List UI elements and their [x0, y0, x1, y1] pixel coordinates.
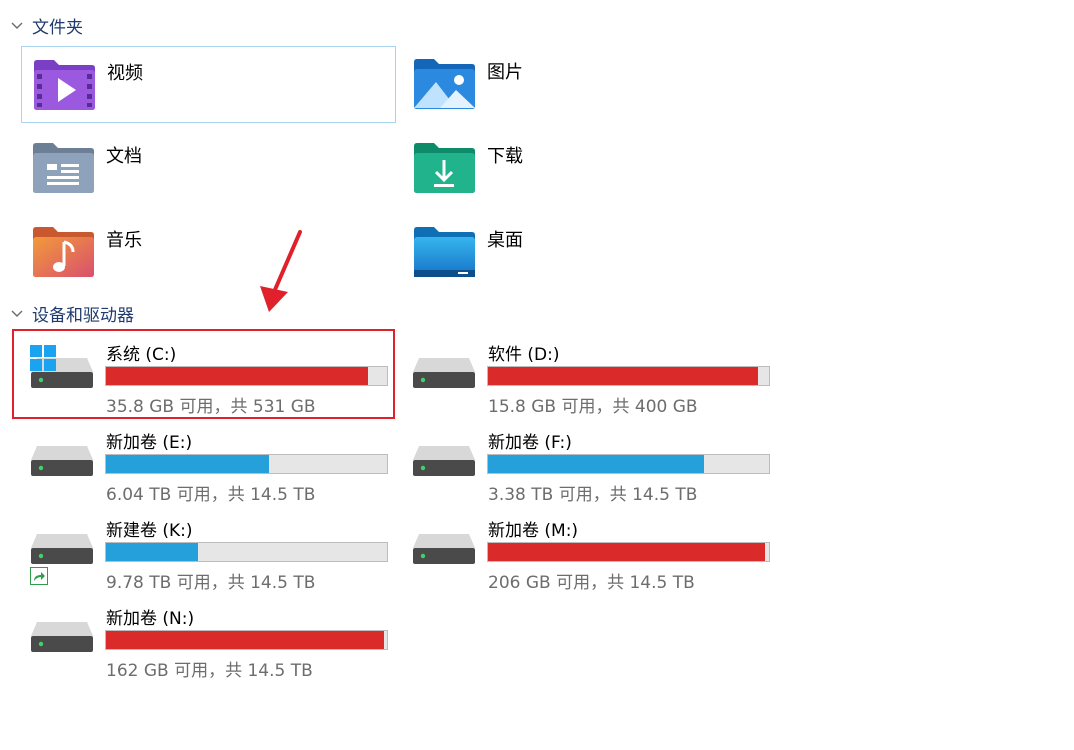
arrow-annotation-icon: [260, 230, 302, 312]
folder-desktop[interactable]: 桌面: [402, 214, 777, 291]
drive-space-text: 206 GB 可用，共 14.5 TB: [488, 573, 695, 593]
drive-usage-bar: [105, 454, 388, 474]
drive-space-text: 6.04 TB 可用，共 14.5 TB: [106, 485, 316, 505]
desktop-folder-icon: [414, 227, 475, 277]
drive-space-text: 15.8 GB 可用，共 400 GB: [488, 397, 698, 417]
hard-drive-icon: [31, 622, 93, 652]
drive-k[interactable]: 新建卷 (K:) 9.78 TB 可用，共 14.5 TB: [12, 508, 388, 593]
drive-usage-fill: [106, 631, 384, 649]
drive-name: 新加卷 (N:): [106, 609, 195, 629]
drive-usage-bar: [487, 454, 770, 474]
drive-name: 新加卷 (E:): [106, 433, 193, 453]
drive-name: 新加卷 (M:): [488, 521, 579, 541]
drive-name: 软件 (D:): [488, 345, 560, 365]
chevron-down-icon[interactable]: [8, 304, 26, 322]
drive-space-text: 35.8 GB 可用，共 531 GB: [106, 397, 316, 417]
drive-c[interactable]: 系统 (C:) 35.8 GB 可用，共 531 GB: [12, 332, 388, 417]
drive-usage-bar: [105, 542, 388, 562]
windows-logo-icon: [30, 345, 56, 371]
drive-space-text: 9.78 TB 可用，共 14.5 TB: [106, 573, 316, 593]
downloads-folder-icon: [414, 143, 475, 193]
drives-section-header[interactable]: 设备和驱动器: [8, 300, 134, 326]
section-title: 文件夹: [32, 17, 83, 38]
drive-usage-fill: [488, 543, 766, 561]
drive-e[interactable]: 新加卷 (E:) 6.04 TB 可用，共 14.5 TB: [12, 420, 388, 505]
drive-usage-fill: [106, 543, 198, 561]
drive-space-text: 162 GB 可用，共 14.5 TB: [106, 661, 313, 681]
folder-pictures[interactable]: 图片: [402, 46, 777, 123]
folder-name: 音乐: [106, 230, 142, 251]
hard-drive-icon: [413, 358, 475, 388]
folder-name: 下载: [487, 146, 523, 167]
drive-n[interactable]: 新加卷 (N:) 162 GB 可用，共 14.5 TB: [12, 596, 388, 681]
folder-name: 图片: [487, 62, 523, 83]
drive-f[interactable]: 新加卷 (F:) 3.38 TB 可用，共 14.5 TB: [394, 420, 770, 505]
drive-usage-bar: [487, 366, 770, 386]
folder-videos[interactable]: 视频: [21, 46, 396, 123]
drive-name: 新建卷 (K:): [106, 521, 193, 541]
pictures-folder-icon: [414, 59, 475, 109]
folder-name: 文档: [106, 146, 142, 167]
drive-d[interactable]: 软件 (D:) 15.8 GB 可用，共 400 GB: [394, 332, 770, 417]
section-title: 设备和驱动器: [32, 305, 134, 326]
hard-drive-icon: [31, 534, 93, 564]
network-share-icon: [30, 567, 48, 585]
drive-usage-fill: [488, 367, 758, 385]
drive-m[interactable]: 新加卷 (M:) 206 GB 可用，共 14.5 TB: [394, 508, 770, 593]
hard-drive-icon: [413, 534, 475, 564]
drive-usage-fill: [106, 367, 369, 385]
music-folder-icon: [33, 227, 94, 277]
folder-name: 桌面: [487, 230, 523, 251]
documents-folder-icon: [33, 143, 94, 193]
folders-section-header[interactable]: 文件夹: [8, 12, 83, 38]
folder-documents[interactable]: 文档: [21, 130, 396, 207]
drive-usage-bar: [105, 366, 388, 386]
videos-folder-icon: [34, 60, 95, 110]
drive-usage-fill: [106, 455, 269, 473]
drive-usage-bar: [105, 630, 388, 650]
hard-drive-icon: [413, 446, 475, 476]
drive-name: 新加卷 (F:): [488, 433, 572, 453]
folder-downloads[interactable]: 下载: [402, 130, 777, 207]
hard-drive-icon: [31, 446, 93, 476]
drive-usage-bar: [487, 542, 770, 562]
drive-space-text: 3.38 TB 可用，共 14.5 TB: [488, 485, 698, 505]
chevron-down-icon[interactable]: [8, 16, 26, 34]
drive-usage-fill: [488, 455, 705, 473]
folder-music[interactable]: 音乐: [21, 214, 396, 291]
drive-name: 系统 (C:): [106, 345, 177, 365]
folder-name: 视频: [107, 63, 143, 84]
